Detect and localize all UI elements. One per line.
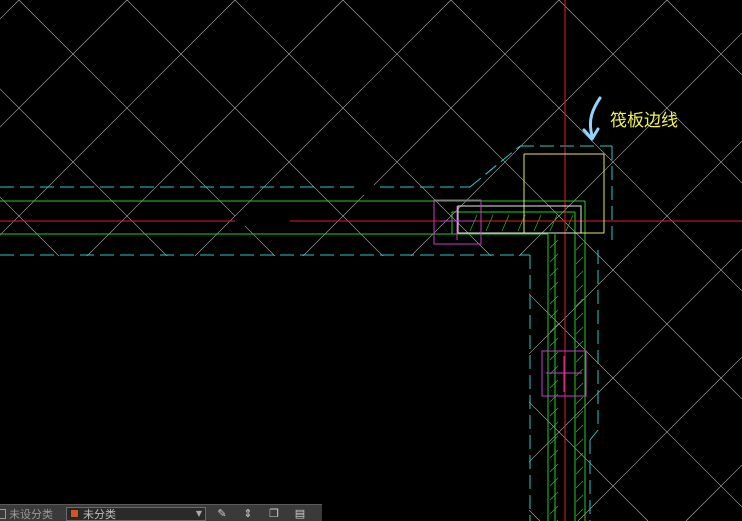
cad-viewport[interactable]: 筏板边线 未设分类 未分类 ▼ ✎ ⇕ ❐ ▤ <box>0 0 742 521</box>
move-icon[interactable]: ⇕ <box>238 506 258 521</box>
copy-icon[interactable]: ❐ <box>264 506 284 521</box>
layer-name: 未分类 <box>83 507 116 521</box>
layer-manager-icon[interactable]: ▤ <box>290 506 310 521</box>
category-label: 未设分类 <box>9 507 53 521</box>
chevron-down-icon: ▼ <box>195 509 202 518</box>
filter-icon <box>0 508 6 519</box>
layer-dropdown[interactable]: 未分类 ▼ <box>66 506 206 521</box>
status-bar: 未设分类 未分类 ▼ ✎ ⇕ ❐ ▤ <box>0 504 322 521</box>
layer-color-swatch <box>70 509 79 518</box>
raft-edge-annotation: 筏板边线 <box>610 111 678 131</box>
pencil-icon[interactable]: ✎ <box>212 506 232 521</box>
category-filter[interactable]: 未设分类 <box>0 505 64 521</box>
interior-mask <box>0 256 529 521</box>
drawing-canvas[interactable] <box>0 0 742 521</box>
